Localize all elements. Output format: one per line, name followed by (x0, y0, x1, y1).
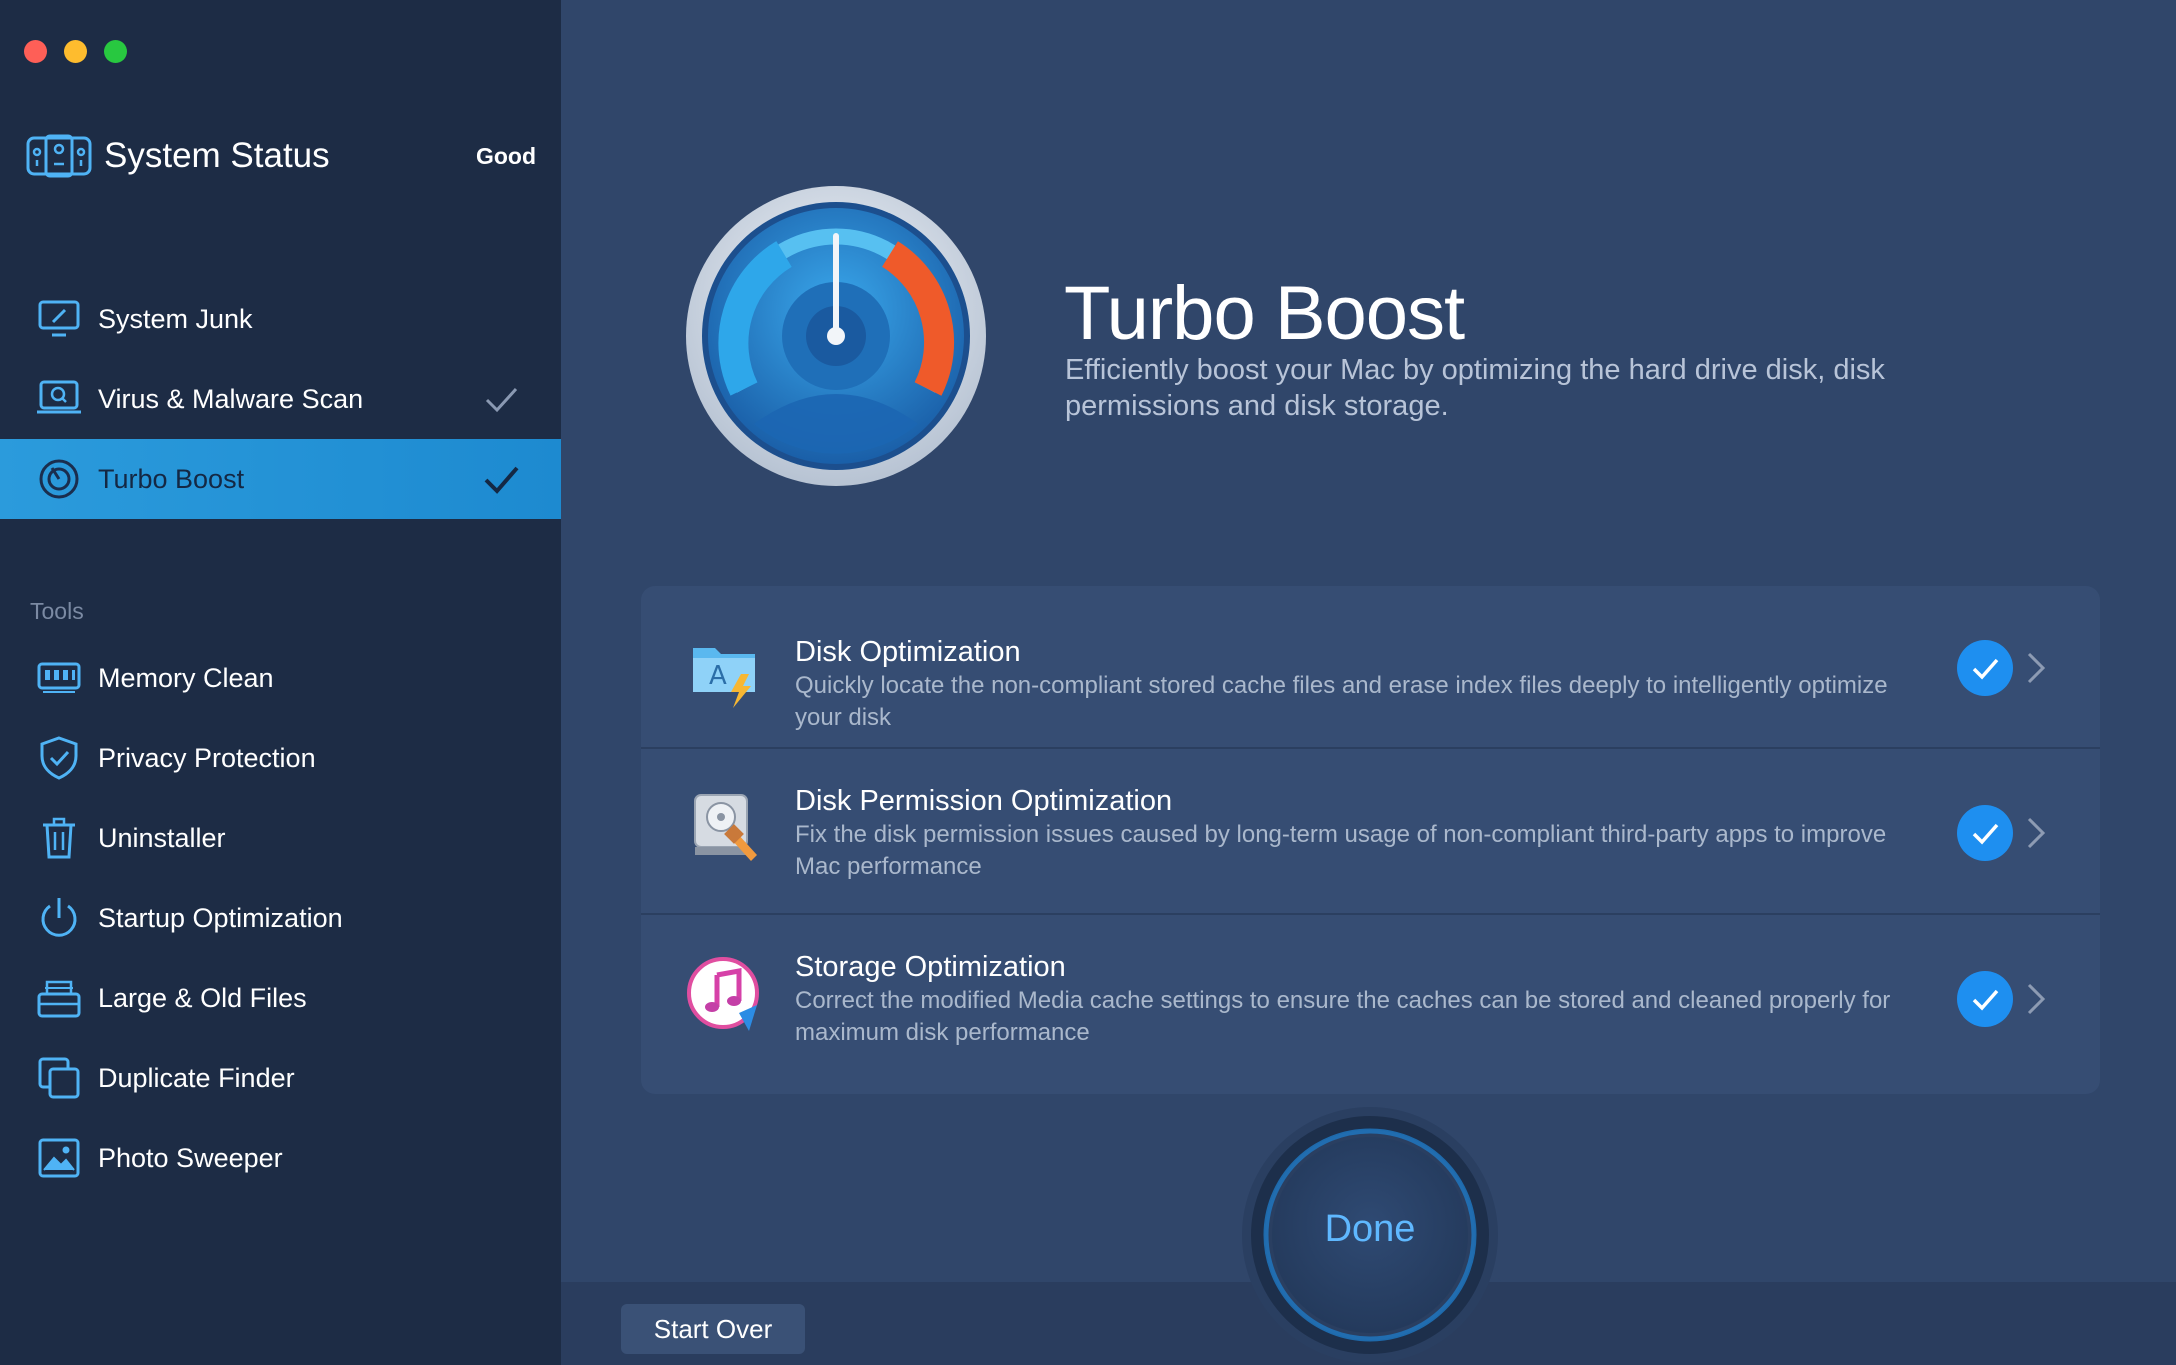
sidebar-item-system-junk[interactable]: System Junk (0, 279, 561, 359)
window-controls (24, 40, 127, 63)
power-icon (36, 895, 82, 941)
shield-check-icon (36, 735, 82, 781)
trash-icon (36, 815, 82, 861)
sidebar-item-privacy-protection[interactable]: Privacy Protection (0, 718, 561, 798)
item-description: Quickly locate the non-compliant stored … (795, 672, 1888, 731)
monitor-broom-icon (36, 296, 82, 342)
close-window-button[interactable] (24, 40, 47, 63)
checkmark-icon (484, 466, 519, 494)
item-checkbox[interactable] (1957, 971, 2013, 1027)
item-checkbox[interactable] (1957, 640, 2013, 696)
hard-drive-brush-icon (694, 794, 757, 861)
system-status[interactable]: System Status Good (26, 128, 536, 184)
sidebar-item-uninstaller[interactable]: Uninstaller (0, 798, 561, 878)
item-description: Correct the modified Media cache setting… (795, 987, 1891, 1046)
sidebar-item-turbo-boost[interactable]: Turbo Boost (0, 439, 561, 519)
sidebar-item-large-old-files[interactable]: Large & Old Files (0, 958, 561, 1038)
sidebar-item-label: System Junk (98, 303, 253, 334)
chevron-right-icon[interactable] (2021, 979, 2051, 1019)
sidebar-item-label: Large & Old Files (98, 982, 307, 1013)
checkmark-icon (485, 387, 518, 413)
disk-folder-lightning-icon: A (693, 648, 755, 708)
file-box-icon (36, 975, 82, 1021)
music-note-icon (687, 957, 759, 1031)
item-title: Storage Optimization (795, 951, 1066, 983)
minimize-window-button[interactable] (64, 40, 87, 63)
memory-chip-icon (36, 655, 82, 701)
chevron-right-icon[interactable] (2021, 648, 2051, 688)
sidebar-item-label: Uninstaller (98, 822, 226, 853)
turbo-boost-gauge-icon (686, 186, 986, 486)
zoom-window-button[interactable] (104, 40, 127, 63)
photo-icon (36, 1135, 82, 1181)
tools-section-label: Tools (30, 598, 84, 624)
item-title: Disk Permission Optimization (795, 785, 1173, 817)
start-over-button[interactable]: Start Over (621, 1304, 805, 1354)
speedometer-icon (36, 456, 82, 502)
sidebar-item-startup-optimization[interactable]: Startup Optimization (0, 878, 561, 958)
sidebar-item-virus-malware-scan[interactable]: Virus & Malware Scan (0, 359, 561, 439)
chevron-right-icon[interactable] (2021, 813, 2051, 853)
list-item-storage-optimization[interactable]: Storage Optimization Correct the modifie… (641, 915, 2100, 1075)
sidebar-item-label: Virus & Malware Scan (98, 383, 364, 414)
list-item-disk-optimization[interactable]: A Disk Optimization Quickly locate the n… (641, 600, 2100, 760)
system-status-icon (26, 134, 92, 178)
sidebar-item-photo-sweeper[interactable]: Photo Sweeper (0, 1118, 561, 1198)
sidebar-item-memory-clean[interactable]: Memory Clean (0, 638, 561, 718)
checkmark-icon (1972, 823, 1999, 845)
item-title: Disk Optimization (795, 636, 1021, 668)
checkmark-icon (1972, 658, 1999, 680)
item-checkbox[interactable] (1957, 805, 2013, 861)
item-description: Fix the disk permission issues caused by… (795, 821, 1887, 880)
list-item-disk-permission-optimization[interactable]: Disk Permission Optimization Fix the dis… (641, 749, 2100, 909)
svg-text:A: A (709, 661, 727, 691)
duplicate-files-icon (36, 1055, 82, 1101)
monitor-search-icon (36, 376, 82, 422)
page-description: Efficiently boost your Mac by optimizing… (1065, 354, 1885, 422)
sidebar-item-label: Turbo Boost (98, 463, 245, 494)
sidebar-item-label: Photo Sweeper (98, 1142, 283, 1173)
done-button[interactable]: Done (1235, 1208, 1505, 1251)
system-status-title: System Status (104, 136, 330, 175)
system-status-value: Good (475, 142, 536, 169)
sidebar-item-duplicate-finder[interactable]: Duplicate Finder (0, 1038, 561, 1118)
sidebar-item-label: Memory Clean (98, 662, 274, 693)
sidebar: System Status Good System Junk Virus & M… (0, 0, 561, 1365)
checkmark-icon (1972, 989, 1999, 1011)
sidebar-item-label: Privacy Protection (98, 742, 316, 773)
sidebar-item-label: Duplicate Finder (98, 1062, 295, 1093)
page-title: Turbo Boost (1064, 271, 1465, 356)
sidebar-item-label: Startup Optimization (98, 902, 343, 933)
